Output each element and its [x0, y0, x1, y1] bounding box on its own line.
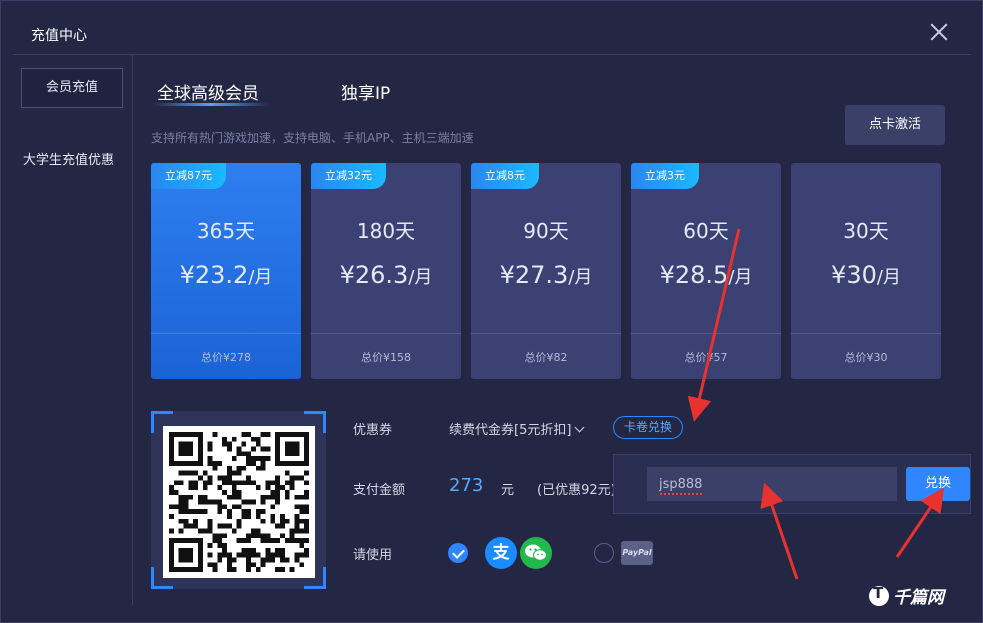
discount-saved-text: (已优惠92元) — [537, 483, 613, 498]
window-title: 充值中心 — [31, 28, 87, 44]
redeem-popup: 兑换 — [613, 454, 971, 514]
discount-tag: 立减32元 — [311, 163, 386, 189]
plan-card-180[interactable]: 立减32元 180天 ¥26.3/月 总价¥158 — [311, 163, 461, 379]
price-unit: /月 — [568, 267, 593, 288]
plan-card-60[interactable]: 立减3元 60天 ¥28.5/月 总价¥57 — [631, 163, 781, 379]
plan-card-90[interactable]: 立减8元 90天 ¥27.3/月 总价¥82 — [471, 163, 621, 379]
price-amount: ¥30 — [831, 261, 877, 289]
plan-total: 总价¥278 — [201, 351, 251, 364]
spellcheck-underline — [660, 493, 702, 495]
qr-code-image — [169, 432, 309, 572]
payment-selected-check-icon[interactable] — [448, 543, 468, 563]
watermark-logo-icon — [869, 584, 889, 606]
price-unit: /月 — [728, 267, 753, 288]
plan-price: ¥23.2/月 — [151, 261, 301, 289]
discount-tag: 立减87元 — [151, 163, 226, 189]
plan-days: 365天 — [196, 219, 256, 243]
price-unit: /月 — [408, 267, 433, 288]
feature-description: 支持所有热门游戏加速，支持电脑、手机APP、主机三端加速 — [151, 131, 474, 145]
plan-price: ¥26.3/月 — [311, 261, 461, 289]
plan-price: ¥30/月 — [791, 261, 941, 289]
card-divider — [791, 333, 941, 334]
plan-list: 立减87元 365天 ¥23.2/月 总价¥278 立减32元 180天 ¥26… — [151, 163, 951, 379]
plan-days: 180天 — [356, 219, 416, 243]
pay-amount-unit: 元 — [501, 483, 515, 498]
card-redeem-button[interactable]: 卡卷兑换 — [613, 416, 684, 439]
sidebar: 会员充值 大学生充值优惠 — [13, 55, 133, 605]
recharge-window: 充值中心 会员充值 大学生充值优惠 全球高级会员 独享IP 支持所有热门游戏加速… — [0, 0, 983, 623]
payment-method-label: 请使用 — [353, 548, 393, 563]
pay-amount-value: 273 — [449, 475, 484, 496]
discount-tag: 立减3元 — [631, 163, 699, 189]
coupon-select[interactable]: 续费代金券[5元折扣] — [449, 419, 585, 438]
paypal-icon[interactable]: PayPal — [621, 541, 653, 565]
title-bar: 充值中心 — [1, 1, 982, 55]
plan-total: 总价¥82 — [524, 351, 568, 364]
wechat-bubbles — [525, 544, 547, 561]
redeem-submit-button[interactable]: 兑换 — [906, 467, 970, 501]
watermark-text: 千篇网 — [893, 588, 944, 608]
plan-price: ¥27.3/月 — [471, 261, 621, 289]
coupon-value: 续费代金券[5元折扣] — [449, 423, 572, 438]
close-icon[interactable] — [925, 19, 953, 47]
plan-days: 90天 — [523, 219, 569, 243]
plan-card-30[interactable]: 30天 ¥30/月 总价¥30 — [791, 163, 941, 379]
plan-total: 总价¥158 — [361, 351, 411, 364]
plan-days: 60天 — [683, 219, 729, 243]
sidebar-item-student-discount[interactable]: 大学生充值优惠 — [23, 149, 114, 168]
qr-code-frame — [151, 411, 326, 589]
plan-days: 30天 — [843, 219, 889, 243]
card-divider — [631, 333, 781, 334]
alipay-icon[interactable]: 支 — [485, 537, 517, 569]
coupon-label: 优惠券 — [353, 423, 393, 438]
chevron-down-icon — [574, 422, 585, 433]
tab-dedicated-ip[interactable]: 独享IP — [341, 79, 390, 104]
plan-total: 总价¥57 — [684, 351, 728, 364]
sidebar-item-member-recharge[interactable]: 会员充值 — [21, 68, 123, 108]
card-divider — [311, 333, 461, 334]
qr-code — [163, 426, 315, 578]
plan-price: ¥28.5/月 — [631, 261, 781, 289]
plan-total: 总价¥30 — [844, 351, 888, 364]
price-amount: ¥28.5 — [659, 261, 729, 289]
tab-label: 全球高级会员 — [157, 84, 259, 104]
activate-card-button[interactable]: 点卡激活 — [845, 105, 945, 145]
price-unit: /月 — [876, 267, 901, 288]
tab-active-underline — [153, 103, 269, 106]
plan-card-365[interactable]: 立减87元 365天 ¥23.2/月 总价¥278 — [151, 163, 301, 379]
pay-amount-label: 支付金额 — [353, 483, 406, 498]
price-amount: ¥27.3 — [499, 261, 569, 289]
wechat-pay-icon[interactable] — [520, 537, 552, 569]
card-divider — [471, 333, 621, 334]
tab-global-member[interactable]: 全球高级会员 — [153, 79, 269, 106]
paypal-radio[interactable] — [594, 543, 614, 563]
price-amount: ¥26.3 — [339, 261, 409, 289]
site-watermark: 千篇网 — [869, 583, 944, 608]
price-unit: /月 — [248, 267, 273, 288]
title-divider — [13, 54, 971, 55]
card-divider — [151, 333, 301, 334]
discount-tag: 立减8元 — [471, 163, 539, 189]
price-amount: ¥23.2 — [179, 261, 249, 289]
redeem-code-input[interactable] — [647, 467, 897, 501]
